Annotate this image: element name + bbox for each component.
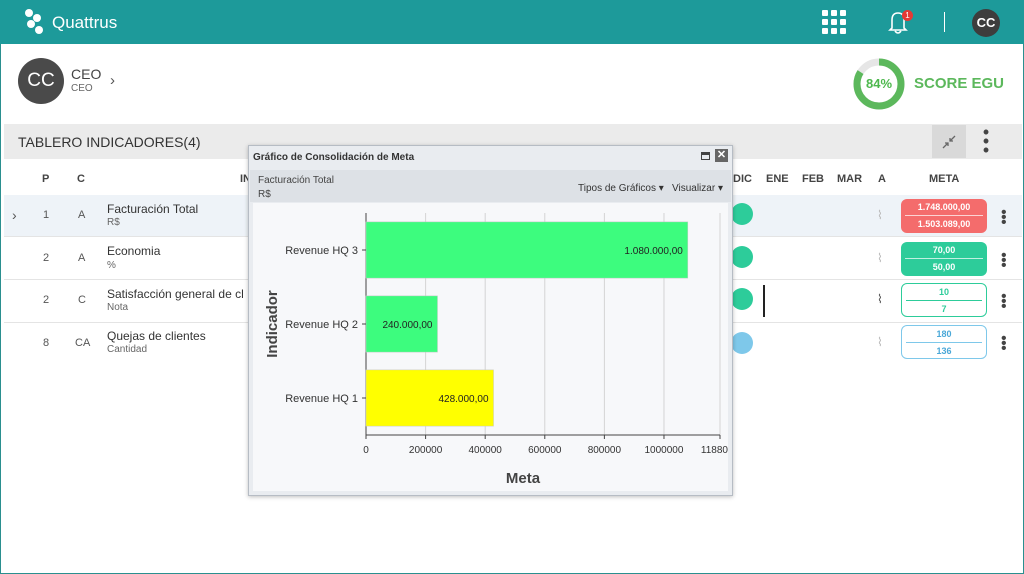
- user-avatar: CC: [18, 58, 64, 104]
- row-p: 2: [43, 294, 50, 306]
- x-tick-label: 800000: [588, 445, 622, 456]
- user-role: CEO: [71, 66, 102, 82]
- row-c: A: [78, 209, 86, 221]
- chart-area: 0 200000 400000 600000 800000 1000000 1188000 4…: [253, 203, 740, 491]
- panel-more-icon[interactable]: • • •: [982, 123, 990, 159]
- row-p: 1: [43, 209, 50, 221]
- x-tick-label: 0: [363, 445, 369, 456]
- meta-target: 10: [938, 287, 949, 297]
- row-c: C: [78, 294, 86, 306]
- chart-dialog[interactable]: Gráfico de Consolidación de Meta ✕ Factu…: [248, 145, 740, 496]
- collapse-button[interactable]: [932, 125, 966, 158]
- col-header-feb[interactable]: FEB: [802, 173, 824, 185]
- status-dot[interactable]: [731, 246, 753, 268]
- meta-target: 180: [936, 329, 952, 339]
- meta-actual: 50,00: [905, 258, 983, 274]
- row-indicator-name[interactable]: Facturación Total: [107, 202, 198, 216]
- close-icon[interactable]: ✕: [715, 149, 728, 162]
- col-header-ene[interactable]: ENE: [766, 173, 789, 185]
- dialog-indicator-unit: R$: [258, 189, 271, 200]
- row-indicator-unit: R$: [107, 217, 120, 228]
- col-header-a[interactable]: A: [878, 173, 886, 185]
- user-subtitle: CEO: [71, 83, 93, 94]
- row-more-icon[interactable]: • • •: [1001, 331, 1007, 357]
- status-dot[interactable]: [731, 288, 753, 310]
- row-indicator-name[interactable]: Satisfacción general de cl: [107, 287, 247, 301]
- attachment-clip-icon[interactable]: ⌇: [877, 335, 883, 349]
- x-tick-label: 600000: [528, 445, 562, 456]
- meta-actual: 1.503.089,00: [905, 215, 983, 231]
- row-more-icon[interactable]: • • •: [1001, 248, 1007, 274]
- score-label: SCORE EGU: [914, 75, 1005, 92]
- row-indicator-name[interactable]: Economia: [107, 244, 160, 258]
- col-header-meta[interactable]: META: [929, 173, 959, 185]
- row-expand-chevron-icon[interactable]: ›: [12, 207, 17, 223]
- row-more-icon[interactable]: • • •: [1001, 289, 1007, 315]
- top-user-avatar[interactable]: CC: [972, 9, 1000, 37]
- meta-value-box[interactable]: 1.748.000,00 1.503.089,00: [901, 199, 987, 233]
- view-caret-icon: ▾: [717, 183, 723, 194]
- meta-actual: 7: [906, 300, 982, 316]
- bar-value-label: 1.080.000,00: [624, 246, 683, 257]
- attachment-clip-icon[interactable]: ⌇: [877, 251, 883, 265]
- panel-title: TABLERO INDICADORES(4): [18, 134, 201, 150]
- meta-value-box[interactable]: 180 136: [901, 325, 987, 359]
- x-tick-label: 200000: [409, 445, 443, 456]
- meta-target: 1.748.000,00: [917, 202, 971, 212]
- x-axis-label: Meta: [506, 470, 541, 487]
- chart-types-label: Tipos de Gráficos: [578, 183, 656, 194]
- brand-name[interactable]: Quattrus: [52, 13, 117, 33]
- bar-chart: 0 200000 400000 600000 800000 1000000 1188000 4…: [264, 213, 740, 487]
- chart-types-caret-icon: ▾: [658, 183, 664, 194]
- row-indicator-unit: Nota: [107, 302, 129, 313]
- dialog-title[interactable]: Gráfico de Consolidación de Meta: [253, 152, 414, 163]
- x-tick-label: 1188000: [701, 445, 728, 456]
- row-indicator-unit: %: [107, 260, 116, 271]
- score-percent: 84%: [865, 76, 893, 91]
- y-tick-label: Revenue HQ 1: [285, 393, 358, 405]
- col-header-dic[interactable]: DIC: [733, 173, 752, 185]
- top-bar-separator: [944, 12, 945, 32]
- meta-actual: 136: [906, 342, 982, 358]
- y-tick-label: Revenue HQ 3: [285, 245, 358, 257]
- attachment-clip-icon[interactable]: ⌇: [877, 208, 883, 222]
- quattrus-logo-icon[interactable]: [24, 8, 48, 36]
- row-c: A: [78, 252, 86, 264]
- row-indicator-name[interactable]: Quejas de clientes: [107, 329, 206, 343]
- notification-count-badge: 1: [902, 10, 913, 21]
- row-p: 8: [43, 337, 50, 349]
- col-header-p[interactable]: P: [42, 173, 49, 185]
- maximize-icon[interactable]: [701, 152, 710, 160]
- row-indicator-unit: Cantidad: [107, 344, 148, 355]
- dialog-toolbar: Facturación Total R$ Tipos de Gráficos ▾…: [250, 170, 731, 202]
- y-tick-label: Revenue HQ 2: [285, 319, 358, 331]
- collapse-arrows-icon: [942, 135, 956, 149]
- chart-types-menu[interactable]: Tipos de Gráficos ▾: [578, 183, 664, 194]
- meta-value-box[interactable]: 70,00 50,00: [901, 242, 987, 276]
- dialog-indicator-name: Facturación Total: [258, 175, 334, 186]
- y-axis-label: Indicador: [264, 290, 281, 358]
- row-p: 2: [43, 252, 50, 264]
- top-bar: Quattrus 1 CC: [0, 0, 1024, 44]
- status-dot[interactable]: [731, 332, 753, 354]
- x-tick-label: 400000: [469, 445, 503, 456]
- user-expand-chevron-icon[interactable]: ›: [110, 72, 115, 89]
- meta-target: 70,00: [932, 245, 956, 255]
- bar-value-label: 240.000,00: [382, 320, 432, 331]
- row-c: CA: [75, 337, 91, 349]
- x-tick-label: 1000000: [645, 445, 684, 456]
- attachment-clip-icon[interactable]: ⌇: [877, 292, 883, 306]
- view-label: Visualizar: [672, 183, 716, 194]
- apps-grid-icon[interactable]: [822, 10, 846, 34]
- meta-value-box[interactable]: 10 7: [901, 283, 987, 317]
- row-more-icon[interactable]: • • •: [1001, 205, 1007, 231]
- view-menu[interactable]: Visualizar ▾: [672, 183, 723, 194]
- status-dot[interactable]: [731, 203, 753, 225]
- col-header-mar[interactable]: MAR: [837, 173, 862, 185]
- bar-value-label: 428.000,00: [438, 394, 488, 405]
- text-cursor-line: [763, 285, 765, 317]
- col-header-c[interactable]: C: [77, 173, 85, 185]
